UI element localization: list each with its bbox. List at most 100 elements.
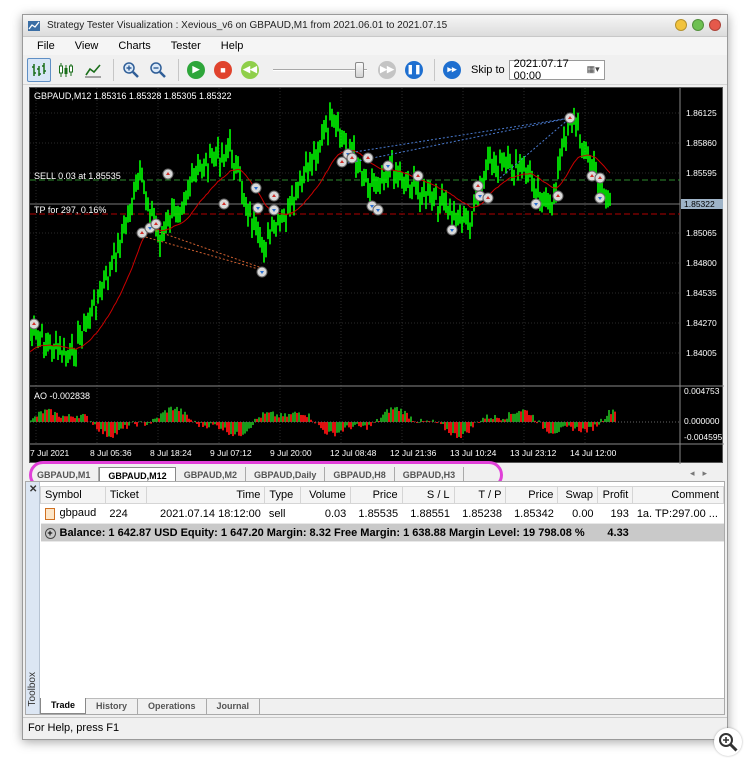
col-time[interactable]: Time — [146, 486, 266, 504]
row-volume: 0.03 — [300, 503, 351, 524]
zoom-in-button[interactable] — [119, 58, 143, 82]
pause-icon: ❚❚ — [405, 60, 423, 79]
price-tick-label: 1.85595 — [686, 168, 717, 178]
bar-chart-button[interactable] — [27, 57, 51, 82]
time-tick-label: 7 Jul 2021 — [30, 448, 69, 458]
tab-scroll-arrows[interactable]: ◂▸ — [690, 468, 715, 479]
stop-button[interactable]: ■ — [211, 58, 235, 82]
col-type[interactable]: Type — [264, 486, 302, 504]
row-profit: 193 — [597, 503, 633, 524]
col-sl[interactable]: S / L — [401, 486, 455, 504]
skip-to-button[interactable]: ▸▸ — [440, 58, 464, 82]
col-ticket[interactable]: Ticket — [104, 486, 148, 504]
tab-journal[interactable]: Journal — [207, 699, 261, 714]
price-tick-label: 1.86125 — [686, 108, 717, 118]
col-current-price[interactable]: Price — [505, 486, 559, 504]
price-tick-label: 1.84535 — [686, 288, 717, 298]
tab-history[interactable]: History — [86, 699, 139, 714]
price-tick-label: 1.85860 — [686, 138, 717, 148]
time-tick-label: 9 Jul 20:00 — [270, 448, 312, 458]
price-tick-label: 1.85065 — [686, 228, 717, 238]
toolbar: ▶ ■ ◀◀ ▶▶ ❚❚ ▸▸ Skip to 2021.07.17 00:00… — [23, 55, 727, 85]
play-button[interactable]: ▶ — [184, 58, 208, 82]
balance-plus-icon: + — [44, 527, 56, 539]
menu-file[interactable]: File — [27, 37, 65, 55]
zoom-out-button[interactable] — [146, 58, 170, 82]
trade-header-row: Symbol Ticket Time Type Volume Price S /… — [40, 486, 724, 504]
time-tick-label: 9 Jul 07:12 — [210, 448, 252, 458]
rewind-button[interactable]: ◀◀ — [238, 58, 262, 82]
menu-charts[interactable]: Charts — [108, 37, 160, 55]
col-tp[interactable]: T / P — [453, 486, 507, 504]
col-profit[interactable]: Profit — [597, 486, 634, 504]
menu-tester[interactable]: Tester — [161, 37, 211, 55]
price-tick-label: 1.84005 — [686, 348, 717, 358]
candlestick-button[interactable] — [54, 58, 78, 82]
candlestick-icon — [59, 62, 73, 77]
status-text: For Help, press F1 — [28, 722, 120, 734]
status-bar: For Help, press F1 — [23, 717, 727, 739]
magnifier-plus-icon — [719, 733, 738, 752]
app-icon — [27, 19, 41, 33]
price-chart[interactable]: 1.86125 1.85860 1.85595 1.85065 1.84800 1.845… — [29, 87, 724, 464]
toolbox-panel: ✕ Toolbox Symbol Ticket Time Type Volume… — [25, 481, 725, 715]
close-button[interactable] — [709, 19, 721, 31]
time-tick-label: 13 Jul 10:24 — [450, 448, 497, 458]
trade-table: Symbol Ticket Time Type Volume Price S /… — [40, 486, 724, 542]
tab-trade[interactable]: Trade — [40, 698, 87, 714]
skip-to-label: Skip to — [471, 63, 505, 76]
speed-slider[interactable] — [273, 60, 367, 80]
skip-icon: ▸▸ — [443, 60, 461, 79]
minimize-button[interactable] — [675, 19, 687, 31]
close-toolbox-icon[interactable]: ✕ — [29, 484, 37, 495]
summary-profit: 4.33 — [597, 523, 633, 542]
time-tick-label: 14 Jul 12:00 — [570, 448, 617, 458]
fast-forward-button[interactable]: ▶▶ — [375, 58, 399, 82]
col-volume[interactable]: Volume — [300, 486, 351, 504]
col-swap[interactable]: Swap — [557, 486, 599, 504]
current-price-label: 1.85322 — [684, 199, 715, 209]
row-symbol: gbpaud — [59, 507, 97, 520]
row-sl: 1.88551 — [402, 503, 455, 524]
ao-tick-label: 0.004753 — [684, 386, 720, 396]
col-comment[interactable]: Comment — [632, 486, 724, 504]
skip-date-field[interactable]: 2021.07.17 00:00 ▦▾ — [508, 57, 605, 82]
calendar-dropdown-icon[interactable]: ▦▾ — [587, 64, 600, 75]
balance-row: + Balance: 1 642.87 USD Equity: 1 647.20 … — [40, 523, 724, 542]
pause-button[interactable]: ❚❚ — [402, 58, 426, 82]
row-comment: 1a. TP:297.00 ... — [632, 503, 724, 524]
col-price[interactable]: Price — [349, 486, 403, 504]
price-tick-label: 1.84270 — [686, 318, 717, 328]
zoom-badge[interactable] — [714, 728, 742, 756]
menu-help[interactable]: Help — [211, 37, 254, 55]
balance-summary: Balance: 1 642.87 USD Equity: 1 647.20 M… — [59, 526, 585, 539]
tester-window: Strategy Tester Visualization : Xevious_… — [22, 14, 728, 740]
bar-chart-icon — [32, 62, 46, 76]
toolbox-tabs: Trade History Operations Journal — [40, 698, 724, 714]
stop-icon: ■ — [214, 60, 232, 79]
menu-view[interactable]: View — [65, 37, 109, 55]
row-type: sell — [264, 503, 301, 524]
speed-slider-thumb[interactable] — [355, 61, 364, 78]
skip-date-value: 2021.07.17 00:00 — [513, 57, 569, 82]
maximize-button[interactable] — [692, 19, 704, 31]
tab-operations[interactable]: Operations — [138, 699, 207, 714]
col-symbol[interactable]: Symbol — [40, 486, 106, 504]
row-current-price: 1.85342 — [505, 503, 558, 524]
take-profit-label: TP for 297, 0.16% — [34, 205, 107, 215]
line-chart-button[interactable] — [81, 58, 105, 82]
rewind-icon: ◀◀ — [241, 60, 259, 79]
table-row[interactable]: gbpaud 224 2021.07.14 18:12:00 sell 0.03… — [40, 503, 724, 524]
play-icon: ▶ — [187, 60, 205, 79]
fast-forward-icon: ▶▶ — [378, 60, 396, 79]
ao-tick-label: 0.000000 — [684, 416, 720, 426]
toolbox-sidebar: ✕ Toolbox — [26, 482, 40, 714]
row-ticket: 224 — [105, 503, 147, 524]
row-tp: 1.85238 — [454, 503, 506, 524]
zoom-in-icon — [123, 61, 139, 78]
sell-order-label: SELL 0.03 at 1.85535 — [34, 171, 121, 181]
time-tick-label: 12 Jul 21:36 — [390, 448, 437, 458]
time-tick-label: 13 Jul 23:12 — [510, 448, 557, 458]
line-chart-icon — [85, 63, 101, 77]
ao-indicator-label: AO -0.002838 — [34, 391, 91, 401]
